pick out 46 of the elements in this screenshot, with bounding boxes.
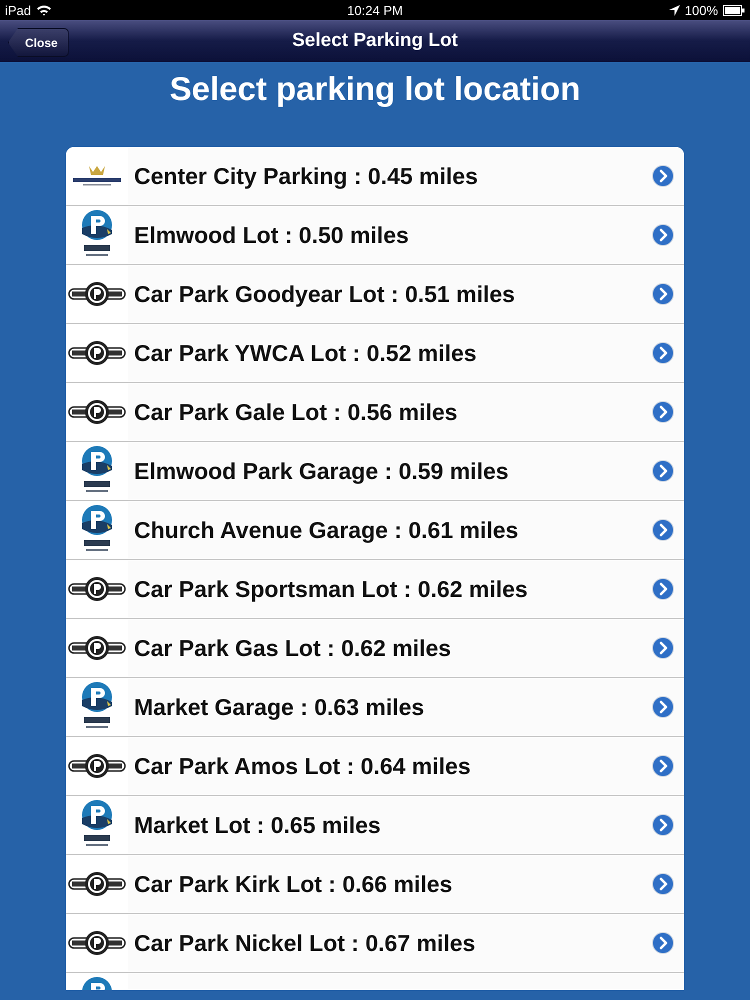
parking-lot-row[interactable]: Market Garage : 0.63 miles [66,678,684,737]
wifi-icon [36,4,52,16]
parking-lot-row[interactable]: Car Park Kirk Lot : 0.66 miles [66,855,684,914]
lot-name-distance: Market Lot : 0.65 miles [134,812,382,838]
parking-lot-row[interactable]: Car Park Gas Lot : 0.62 miles [66,619,684,678]
lot-name-distance: Center City Parking : 0.45 miles [134,162,479,190]
location-arrow-icon [668,4,680,16]
lot-name-distance: Car Park Gale Lot : 0.56 miles [134,398,458,426]
lot-name-distance: Car Park Kirk Lot : 0.66 miles [134,870,454,898]
lot-name-distance: Church Avenue Garage : 0.61 miles [134,516,520,544]
parking-lot-row[interactable]: Car Park Nickel Lot : 0.67 miles [66,914,684,973]
car-park-logo-icon [68,634,126,662]
parking-lot-row[interactable]: Car Park Amos Lot : 0.64 miles [66,737,684,796]
battery-percent: 100% [684,2,718,18]
page-heading: Select parking lot location [170,70,580,109]
car-park-logo-icon [68,398,126,426]
lot-name-distance: Elmwood Park Garage : 0.59 miles [134,458,510,484]
close-button[interactable]: Close [8,28,69,57]
lot-name-distance: Car Park Gas Lot : 0.62 miles [134,634,452,662]
car-park-logo-icon [68,752,126,780]
battery-icon [723,4,745,16]
lot-name-distance: Car Park Nickel Lot : 0.67 miles [134,930,476,956]
parking-lot-row[interactable]: Elmwood Lot : 0.50 miles [66,206,684,265]
lot-name-distance: Car Park Amos Lot : 0.64 miles [134,752,472,780]
nav-title: Select Parking Lot [292,30,458,52]
parking-lot-row[interactable]: Elmwood Park Garage : 0.59 miles [66,442,684,501]
lot-name-distance: Car Park Sportsman Lot : 0.62 miles [134,576,529,602]
clock-time: 10:24 PM [347,2,403,18]
car-park-logo-icon [68,929,126,957]
parking-lot-row[interactable]: Car Park Goodyear Lot : 0.51 miles [66,265,684,324]
parking-lot-row[interactable]: Car Park Gale Lot : 0.56 miles [66,383,684,442]
parking-lot-row[interactable]: Car Park YWCA Lot : 0.52 miles [66,324,684,383]
parking-lot-row[interactable]: Center City Parking : 0.45 miles [66,147,684,206]
crown-logo-icon [71,164,123,188]
lot-name-distance: Car Park YWCA Lot : 0.52 miles [134,340,478,366]
lot-name-distance: Elmwood Lot : 0.50 miles [134,222,410,248]
lot-name-distance: Car Park Goodyear Lot : 0.51 miles [134,280,516,308]
device-name: iPad [5,2,32,18]
car-park-logo-icon [68,870,126,898]
parking-lot-row[interactable]: Church Avenue Garage : 0.61 miles [66,501,684,560]
parking-lot-row[interactable]: Car Park Sportsman Lot : 0.62 miles [66,560,684,619]
car-park-logo-icon [68,280,126,308]
lot-name-distance: Market Garage : 0.63 miles [134,694,426,720]
car-park-logo-icon [68,575,126,603]
car-park-logo-icon [68,339,126,367]
parking-lot-row[interactable]: Market Lot : 0.65 miles [66,796,684,855]
